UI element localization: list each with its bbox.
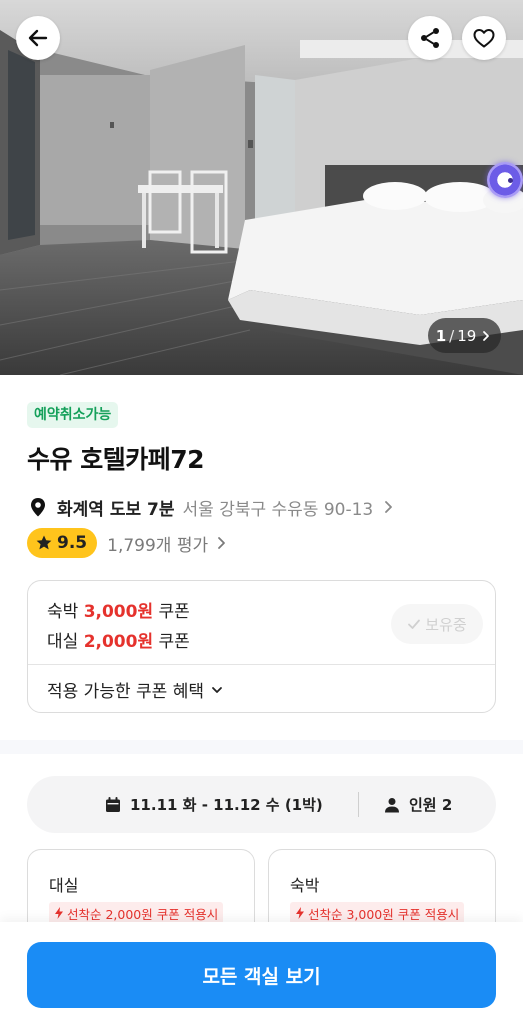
star-icon	[36, 535, 52, 550]
coupon-amount: 2,000원	[83, 632, 154, 652]
calendar-icon	[106, 796, 120, 812]
room-type-label: 대실	[49, 876, 79, 895]
bottom-action-bar: 모든 객실 보기	[0, 922, 523, 1024]
gallery-separator: /	[449, 326, 455, 345]
coupon-tag-label: 선착순 3,000원 쿠폰 적용시	[308, 906, 460, 922]
floating-assistant-button[interactable]	[487, 162, 523, 198]
coupon-type: 대실	[47, 632, 79, 652]
arrow-left-icon	[28, 29, 48, 47]
coupon-type: 숙박	[47, 602, 79, 622]
divider	[28, 664, 495, 665]
hotel-name: 수유 호텔카페72	[27, 445, 205, 474]
heart-icon	[473, 29, 495, 48]
booking-selector: 11.11 화 - 11.12 수 (1박) 인원 2	[27, 776, 496, 833]
section-divider	[0, 740, 523, 754]
room-type-label: 숙박	[290, 876, 320, 895]
back-button[interactable]	[16, 16, 60, 60]
date-selector[interactable]: 11.11 화 - 11.12 수 (1박)	[104, 776, 323, 833]
chevron-right-icon	[483, 330, 490, 341]
check-icon	[408, 619, 421, 629]
location-row[interactable]: 화계역 도보 7분 서울 강북구 수유동 90-13	[27, 494, 395, 520]
hotel-photo-gallery[interactable]: 1 / 19	[0, 0, 523, 375]
gallery-counter[interactable]: 1 / 19	[428, 318, 501, 353]
guest-count: 인원 2	[409, 796, 453, 814]
gallery-current: 1	[435, 326, 447, 345]
chevron-right-icon	[383, 500, 395, 514]
chevron-right-icon	[216, 536, 228, 550]
view-all-rooms-button[interactable]: 모든 객실 보기	[27, 942, 496, 1008]
free-cancel-badge: 예약취소가능	[27, 402, 119, 428]
rating-row[interactable]: 9.5 1,799개 평가	[27, 528, 228, 558]
coupon-amount: 3,000원	[83, 602, 154, 622]
guest-selector[interactable]: 인원 2	[383, 776, 452, 833]
coupon-card: 숙박 3,000원 쿠폰 대실 2,000원 쿠폰 보유중 적용 가능한 쿠폰 …	[27, 580, 496, 713]
review-count: 1,799개 평가	[107, 535, 209, 556]
first-come-coupon-tag: 선착순 2,000원 쿠폰 적용시	[49, 902, 224, 924]
chevron-down-icon	[212, 686, 222, 693]
lightning-icon	[296, 907, 304, 919]
coupon-owned-label: 보유중	[425, 615, 467, 634]
gallery-total: 19	[457, 326, 477, 345]
first-come-coupon-tag: 선착순 3,000원 쿠폰 적용시	[290, 902, 465, 924]
date-range: 11.11 화 - 11.12 수 (1박)	[130, 796, 323, 814]
nearby-station: 화계역 도보 7분	[57, 499, 175, 520]
rating-value: 9.5	[57, 533, 88, 553]
coupon-suffix: 쿠폰	[158, 602, 190, 622]
share-icon	[421, 28, 439, 48]
person-icon	[385, 797, 399, 812]
divider	[358, 792, 359, 817]
coupon-benefits-label: 적용 가능한 쿠폰 혜택	[47, 682, 204, 702]
map-pin-icon	[27, 496, 49, 518]
rating-badge: 9.5	[27, 528, 98, 558]
share-button[interactable]	[408, 16, 452, 60]
lightning-icon	[55, 907, 63, 919]
coupon-line-stay: 숙박 3,000원 쿠폰	[47, 597, 190, 622]
coupon-owned-button[interactable]: 보유중	[391, 604, 483, 644]
favorite-button[interactable]	[462, 16, 506, 60]
coupon-suffix: 쿠폰	[158, 632, 190, 652]
coupon-tag-label: 선착순 2,000원 쿠폰 적용시	[67, 906, 219, 922]
coupon-benefits-toggle[interactable]: 적용 가능한 쿠폰 혜택	[47, 677, 224, 702]
hotel-address: 서울 강북구 수유동 90-13	[182, 499, 374, 520]
coupon-line-dayuse: 대실 2,000원 쿠폰	[47, 627, 190, 652]
